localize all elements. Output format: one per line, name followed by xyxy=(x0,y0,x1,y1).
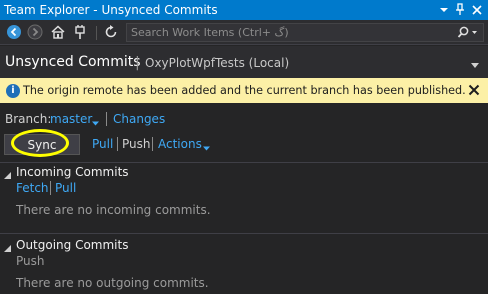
search-placeholder: Search Work Items (Ctrl+ گ) xyxy=(131,26,289,39)
action-separator xyxy=(152,137,153,151)
incoming-commits-title[interactable]: Incoming Commits xyxy=(16,165,129,179)
collapse-triangle-icon[interactable] xyxy=(4,168,11,179)
outgoing-empty-message: There are no outgoing commits. xyxy=(16,276,209,290)
pull-link[interactable]: Pull xyxy=(92,137,113,151)
dropdown-icon[interactable] xyxy=(437,2,451,17)
actions-dropdown[interactable]: Actions xyxy=(158,137,202,151)
chevron-down-icon[interactable] xyxy=(470,58,480,68)
info-icon: i xyxy=(6,84,20,98)
toolbar: Search Work Items (Ctrl+ گ) xyxy=(0,20,488,45)
close-icon[interactable] xyxy=(467,83,481,97)
branch-dropdown[interactable]: master xyxy=(50,112,92,126)
section-divider xyxy=(0,233,488,234)
incoming-pull-link[interactable]: Pull xyxy=(55,181,76,195)
page-title: Unsynced Commits xyxy=(5,54,141,70)
highlight-circle xyxy=(11,129,69,157)
branch-label: Branch: xyxy=(5,112,52,126)
outgoing-push-disabled: Push xyxy=(16,254,45,268)
incoming-empty-message: There are no incoming commits. xyxy=(16,203,211,217)
refresh-icon[interactable] xyxy=(103,24,119,40)
pin-icon[interactable] xyxy=(453,2,467,17)
chevron-down-icon[interactable] xyxy=(92,116,99,126)
page-header: Unsynced Commits | OxyPlotWpfTests (Loca… xyxy=(0,46,488,78)
search-icon[interactable] xyxy=(456,25,480,40)
window-title: Team Explorer - Unsynced Commits xyxy=(4,3,218,17)
title-separator: | xyxy=(135,55,140,71)
connect-icon[interactable] xyxy=(72,24,88,40)
repository-name: OxyPlotWpfTests (Local) xyxy=(145,56,290,70)
close-icon[interactable] xyxy=(470,2,484,17)
branch-row: Branch: master Changes xyxy=(0,111,488,127)
branch-separator xyxy=(106,112,107,126)
back-icon[interactable] xyxy=(6,24,22,40)
action-separator xyxy=(117,137,118,151)
incoming-separator xyxy=(50,181,51,195)
section-divider xyxy=(0,162,488,163)
outgoing-commits-title[interactable]: Outgoing Commits xyxy=(16,238,128,252)
fetch-link[interactable]: Fetch xyxy=(16,181,49,195)
search-box[interactable]: Search Work Items (Ctrl+ گ) xyxy=(126,23,484,42)
info-bar: i The origin remote has been added and t… xyxy=(0,78,488,103)
forward-icon[interactable] xyxy=(27,24,43,40)
toolbar-divider xyxy=(96,26,97,40)
home-icon[interactable] xyxy=(50,24,66,40)
push-link[interactable]: Push xyxy=(122,137,151,151)
chevron-down-icon[interactable] xyxy=(203,141,210,151)
title-bar: Team Explorer - Unsynced Commits xyxy=(0,0,488,20)
changes-link[interactable]: Changes xyxy=(113,112,165,126)
info-message: The origin remote has been added and the… xyxy=(23,84,466,97)
collapse-triangle-icon[interactable] xyxy=(4,241,11,252)
